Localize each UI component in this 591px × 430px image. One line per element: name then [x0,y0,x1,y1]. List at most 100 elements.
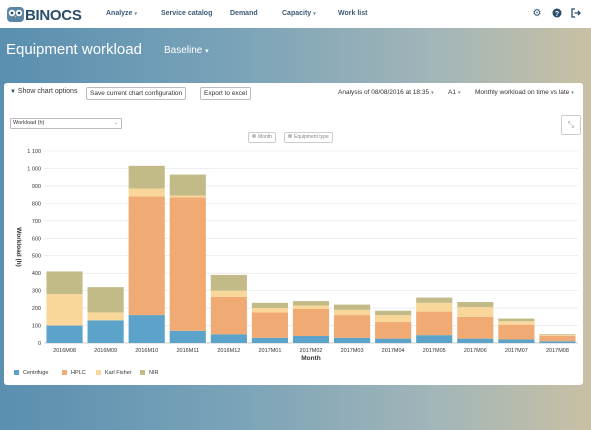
y-tick-label: 1 100 [27,149,41,155]
nav-work-list[interactable]: Work list [338,10,367,17]
help-icon[interactable]: ? [551,8,563,20]
y-tick-label: 0 [38,341,41,347]
legend-label: Karl Fisher [105,370,132,376]
nav-demand[interactable]: Demand [230,10,258,17]
bar-segment [457,301,494,308]
scenario-dropdown[interactable]: Baseline ▾ [164,45,209,56]
bar-segment [169,197,206,331]
nav-capacity[interactable]: Capacity ▾ [282,10,316,17]
chevron-down-icon: ▾ [134,11,137,17]
y-axis-title: Workload (h) [15,227,22,267]
bar-segment [457,307,494,317]
bar-segment [251,337,288,343]
bar-segment [128,188,165,197]
y-tick-label: 400 [32,271,41,277]
x-axis-title: Month [301,355,321,362]
bar-segment [87,320,124,343]
bar-segment [416,311,453,336]
x-tick-label: 2016M11 [177,348,200,354]
bar-segment [334,304,371,310]
page-title: Equipment workload [6,41,142,58]
x-tick-label: 2017M02 [300,348,323,354]
bar-segment [457,316,494,339]
owl-logo-icon [7,7,24,22]
bar-segment [539,335,576,337]
bar-segment [375,315,412,323]
logout-icon[interactable] [570,8,582,20]
bar-segment [292,301,330,306]
bar-segment [292,305,330,309]
nav-label: Service catalog [161,10,213,17]
bar-segment [457,338,494,343]
x-tick-label: 2016M09 [94,348,117,354]
bar-segment [539,341,576,343]
legend-item[interactable]: NIR [140,370,158,376]
bar-segment [46,325,83,343]
y-tick-label: 600 [32,236,41,242]
y-tick-label: 200 [32,306,41,312]
legend-swatch [96,370,101,375]
bar-segment [375,310,412,316]
bar-segment [334,337,371,343]
nav-label: Analyze [106,10,133,17]
y-tick-label: 700 [32,219,41,225]
x-tick-label: 2017M01 [258,348,281,354]
nav-analyze[interactable]: Analyze ▾ [106,10,137,17]
bar-segment [210,334,247,343]
bar-segment [498,339,535,343]
bar-segment [251,302,288,309]
logo-text: BINOCS [25,7,82,24]
bar-segment [251,312,288,338]
x-tick-label: 2017M04 [382,348,405,354]
nav-label: Work list [338,10,368,17]
chart-card: ▼ Show chart options Save current chart … [4,83,583,385]
bar-segment [128,165,165,189]
bar-segment [416,335,453,343]
x-tick-label: 2016M08 [53,348,76,354]
binocs-logo[interactable]: BINOCS [6,4,82,24]
legend-label: HPLC [71,370,86,376]
bar-segment [210,274,247,291]
bar-segment [375,322,412,339]
bar-segment [498,318,535,322]
scenario-label: Baseline [164,45,203,56]
bar-segment [416,297,453,303]
bar-segment [169,195,206,198]
bar-segment [210,296,247,335]
bar-segment [169,174,206,196]
bar-segment [251,308,288,313]
bar-segment [498,324,535,340]
x-tick-label: 2017M03 [341,348,364,354]
legend-item[interactable]: Centrifuge [14,370,48,376]
nav-label: Demand [230,10,258,17]
bar-segment [128,315,165,343]
legend-swatch [62,370,67,375]
bar-segment [87,287,124,313]
bar-segment [416,302,453,312]
gear-icon[interactable]: ⚙ [531,8,543,20]
nav-service-catalog[interactable]: Service catalog [161,10,212,17]
x-tick-label: 2016M12 [217,348,240,354]
legend-item[interactable]: HPLC [62,370,86,376]
x-tick-label: 2016M10 [135,348,158,354]
bar-segment [539,336,576,342]
legend-swatch [14,370,19,375]
bar-segment [210,290,247,297]
bar-segment [292,308,330,337]
x-tick-label: 2017M07 [505,348,528,354]
bar-segment [46,271,83,295]
y-tick-label: 900 [32,184,41,190]
bar-segment [334,309,371,316]
stacked-bar-chart: 0 100 200 300 400 500 600 700 800 900 1 000 1 100 Wo… [15,149,578,362]
legend-label: NIR [149,370,159,376]
bar-segment [169,330,206,343]
y-tick-label: 800 [32,201,41,207]
bar-segment [539,334,576,336]
bar-segment [128,196,165,316]
bar-segment [375,338,412,343]
bar-segment [87,312,124,321]
x-tick-label: 2017M05 [423,348,446,354]
y-tick-label: 300 [32,289,41,295]
legend-item[interactable]: Karl Fisher [96,370,132,376]
bar-segment [334,315,371,338]
